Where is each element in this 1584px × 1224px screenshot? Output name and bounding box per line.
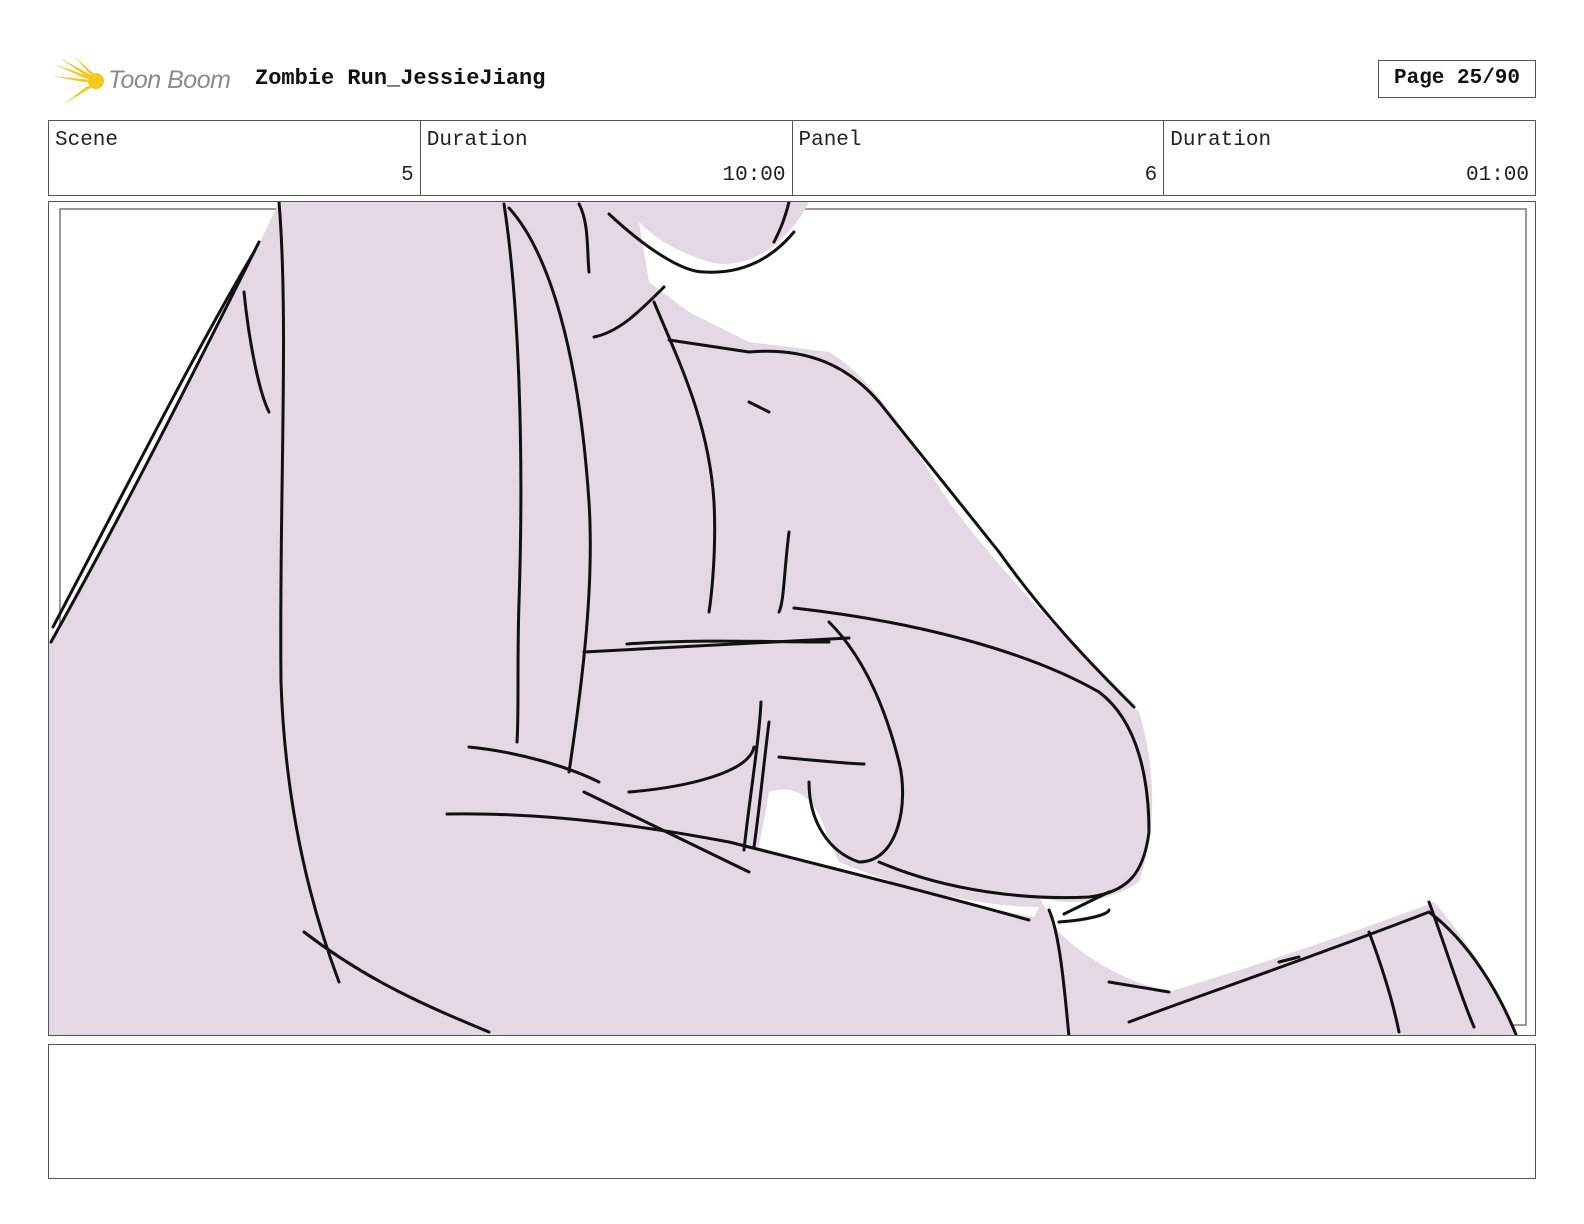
scene-value: 5	[401, 164, 414, 187]
page-header: Toon Boom Zombie Run_JessieJiang Page 25…	[48, 54, 1536, 106]
starburst-icon	[52, 56, 104, 104]
scene-label: Scene	[55, 129, 119, 152]
panel-duration-cell: Duration 01:00	[1164, 121, 1535, 195]
toon-boom-logo: Toon Boom	[52, 56, 242, 106]
scene-duration-value: 10:00	[722, 164, 786, 187]
sketch-drawing	[49, 202, 1527, 1035]
scene-cell: Scene 5	[49, 121, 421, 195]
panel-label: Panel	[798, 129, 862, 152]
page-number: Page 25/90	[1378, 60, 1536, 98]
panel-cell: Panel 6	[793, 121, 1165, 195]
sketch-fill	[49, 202, 1519, 1035]
panel-value: 6	[1144, 164, 1158, 187]
panel-duration-label: Duration	[1170, 129, 1272, 152]
panel-notes	[48, 1044, 1536, 1179]
storyboard-panel	[48, 201, 1536, 1036]
brand-text: Toon Boom	[108, 66, 231, 94]
project-title: Zombie Run_JessieJiang	[255, 66, 546, 91]
panel-info-row: Scene 5 Duration 10:00 Panel 6 Duration …	[48, 120, 1536, 196]
panel-duration-value: 01:00	[1465, 164, 1529, 187]
scene-duration-label: Duration	[426, 129, 528, 152]
scene-duration-cell: Duration 10:00	[421, 121, 793, 195]
